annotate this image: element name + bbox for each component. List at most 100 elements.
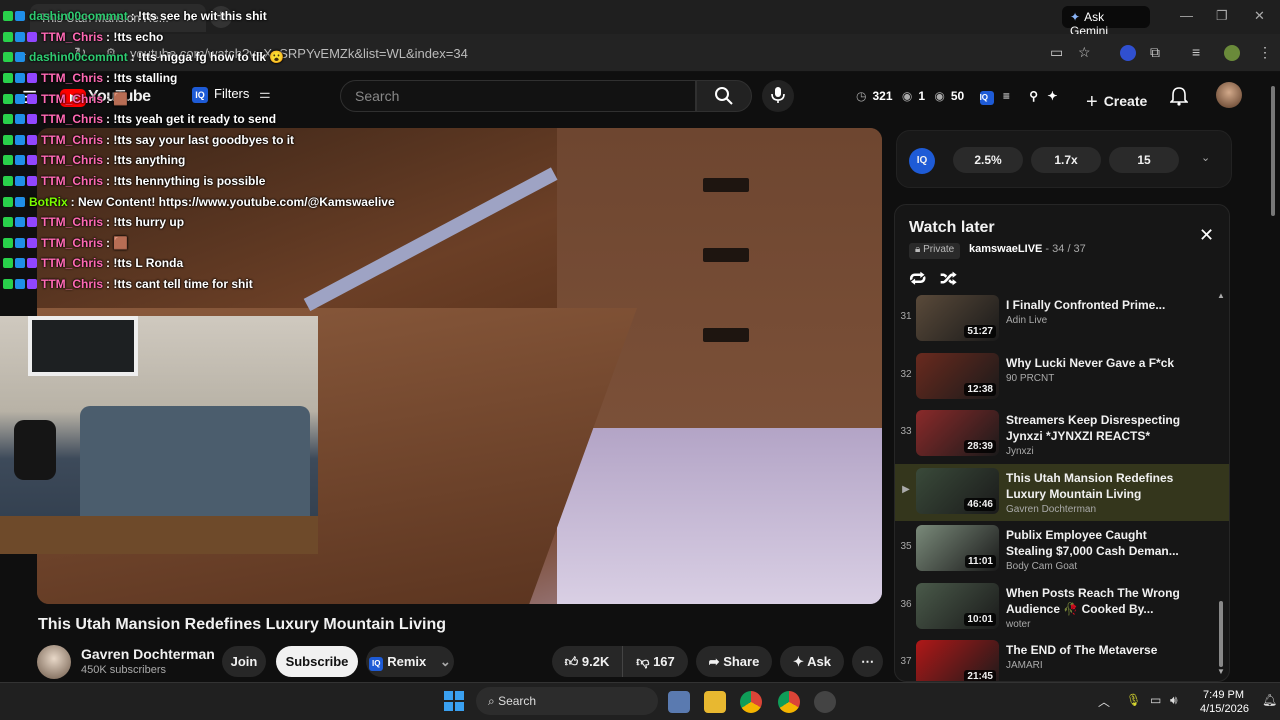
chat-username[interactable]: TTM_Chris [41,174,103,188]
playlist-item-title[interactable]: Why Lucki Never Gave a F*ck [1006,355,1186,371]
like-button[interactable]: 👍︎ 9.2K [552,646,622,677]
channel-avatar[interactable] [37,645,71,679]
network-icon[interactable]: ▭ [1150,693,1161,707]
taskbar-search[interactable]: ⌕ Search [476,687,658,715]
browser-menu-icon[interactable]: ⋮ [1258,44,1272,61]
profile-icon[interactable] [1224,45,1240,61]
taskbar-chrome-profile-icon[interactable] [778,691,800,713]
user-avatar[interactable] [1216,82,1242,108]
chat-message-body: !tts hurry up [113,215,185,230]
chat-username[interactable]: TTM_Chris [41,153,103,167]
playlist-scrollbar[interactable]: ▲ ▼ [1217,291,1225,677]
voice-search-button[interactable] [762,80,794,112]
page-scrollbar-thumb[interactable] [1271,86,1275,216]
playlist-item-title[interactable]: The END of The Metaverse [1006,642,1186,658]
playlist-thumbnail[interactable]: 10:01 [916,582,999,629]
extensions-puzzle-icon[interactable]: ⧉ [1150,44,1160,61]
taskbar-explorer-icon[interactable] [704,691,726,713]
playlist-item-title[interactable]: Publix Employee Caught Stealing $7,000 C… [1006,527,1186,559]
chat-username[interactable]: BotRix [29,195,68,209]
notification-center-icon[interactable]: 🔔︎ [1262,693,1277,707]
chat-message-body: 🟫 [113,235,129,250]
scroll-up-icon[interactable]: ▲ [1217,291,1225,300]
media-control-icon[interactable]: ≡ [1192,44,1200,60]
iq-chip-count[interactable]: 15 [1109,147,1179,173]
playlist-thumbnail[interactable]: 12:38 [916,352,999,399]
chat-username[interactable]: TTM_Chris [41,92,103,106]
shuffle-icon[interactable]: 🔀︎ [940,270,957,289]
iq-chip-percent[interactable]: 2.5% [953,147,1023,173]
share-button[interactable]: ➦ Share [696,646,772,677]
chat-username[interactable]: TTM_Chris [41,277,103,291]
chat-username[interactable]: TTM_Chris [41,30,103,44]
extension-icon[interactable] [1120,45,1136,61]
playlist-thumbnail[interactable]: 21:45 [916,640,999,681]
chat-username[interactable]: dashin00commnt [29,9,128,23]
dislike-button[interactable]: 👎︎ 167 [622,646,688,677]
taskbar-chrome-icon[interactable] [740,691,762,713]
chat-username[interactable]: TTM_Chris [41,256,103,270]
volume-icon[interactable]: 🔊︎ [1170,693,1178,708]
playlist-item[interactable]: 33 28:39 Streamers Keep Disrespecting Jynx… [895,406,1229,464]
remix-label: Remix [387,654,427,669]
page-scrollbar[interactable] [1270,80,1276,680]
trophy-icon[interactable]: ⚲ [1029,89,1038,103]
list-icon[interactable]: ≡ [1003,89,1010,103]
join-button[interactable]: Join [222,646,266,677]
playlist-item[interactable]: 35 11:01 Publix Employee Caught Stealing $… [895,521,1229,579]
scroll-down-icon[interactable]: ▼ [1217,667,1225,676]
taskbar-app-icon[interactable] [814,691,836,713]
channel-name[interactable]: Gavren Dochterman [81,646,215,662]
restore-icon[interactable]: ❐ [1216,8,1228,24]
subscribe-button[interactable]: Subscribe [276,646,358,677]
playlist-item[interactable]: 36 10:01 When Posts Reach The Wrong Audien… [895,579,1229,637]
taskbar-clock[interactable]: 7:49 PM 4/15/2026 [1200,688,1249,716]
playlist-item-title[interactable]: Streamers Keep Disrespecting Jynxzi *JYN… [1006,412,1186,444]
sparkle-icon[interactable]: ✦ [1047,89,1057,103]
remix-button[interactable]: IQ Remix ⌄ [366,646,454,677]
playlist-item[interactable]: 31 51:27 I Finally Confronted Prime... Adin… [895,291,1229,349]
playlist-thumbnail[interactable]: 51:27 [916,295,999,341]
chat-username[interactable]: TTM_Chris [41,112,103,126]
scrollbar-thumb[interactable] [1219,601,1223,667]
create-button[interactable]: + Create [1076,80,1160,114]
sub-badge-icon [27,279,37,290]
playlist-item-title[interactable]: When Posts Reach The Wrong Audience 🥀 Co… [1006,585,1186,617]
chat-message: BotRix: New Content! https://www.youtube… [0,191,400,212]
loop-icon[interactable]: 🔁︎ [909,270,926,289]
playlist-item-title[interactable]: I Finally Confronted Prime... [1006,297,1186,313]
chat-username[interactable]: TTM_Chris [41,236,103,250]
chevron-down-icon[interactable]: ⌄ [1201,151,1210,164]
windows-start-icon[interactable] [444,691,464,711]
playlist-owner-name[interactable]: kamswaeLIVE [969,243,1042,255]
bookmark-star-icon[interactable]: ☆ [1078,44,1091,61]
ask-button[interactable]: ✦ Ask [780,646,844,677]
chat-message-body: 🟫 [113,91,129,106]
iq-logo[interactable]: IQ [909,148,935,174]
tray-chevron-icon[interactable]: ︿ [1098,693,1110,710]
more-actions-button[interactable]: ⋯ [852,646,883,677]
playlist-thumbnail[interactable]: 28:39 [916,410,999,456]
chat-username[interactable]: TTM_Chris [41,133,103,147]
playlist-item[interactable]: ▶ 46:46 This Utah Mansion Redefines Luxury… [895,463,1229,521]
ask-gemini-button[interactable]: ✦ Ask Gemini [1062,6,1150,38]
playlist-item-channel: Body Cam Goat [1006,561,1078,572]
microphone-icon[interactable]: 🎙︎ [1126,693,1141,707]
chat-username[interactable]: TTM_Chris [41,215,103,229]
iq-chip-ratio[interactable]: 1.7x [1031,147,1101,173]
playlist-item-title[interactable]: This Utah Mansion Redefines Luxury Mount… [1006,470,1186,502]
playlist-thumbnail[interactable]: 46:46 [916,467,999,514]
taskbar-store-icon[interactable] [668,691,690,713]
cast-icon[interactable]: ▭ [1050,44,1063,61]
playlist-thumbnail[interactable]: 11:01 [916,525,999,571]
iq-icon[interactable]: IQ [979,91,994,105]
search-button[interactable] [696,80,752,112]
chat-username[interactable]: dashin00commnt [29,50,128,64]
close-window-icon[interactable]: ✕ [1254,8,1265,24]
playlist-item[interactable]: 37 21:45 The END of The Metaverse JAMARI [895,636,1229,681]
playlist-item[interactable]: 32 12:38 Why Lucki Never Gave a F*ck 90 PRC… [895,349,1229,407]
notifications-bell-icon[interactable] [1169,86,1189,111]
minimize-icon[interactable]: — [1180,8,1193,23]
chat-username[interactable]: TTM_Chris [41,71,103,85]
close-icon[interactable]: ✕ [1199,225,1214,246]
